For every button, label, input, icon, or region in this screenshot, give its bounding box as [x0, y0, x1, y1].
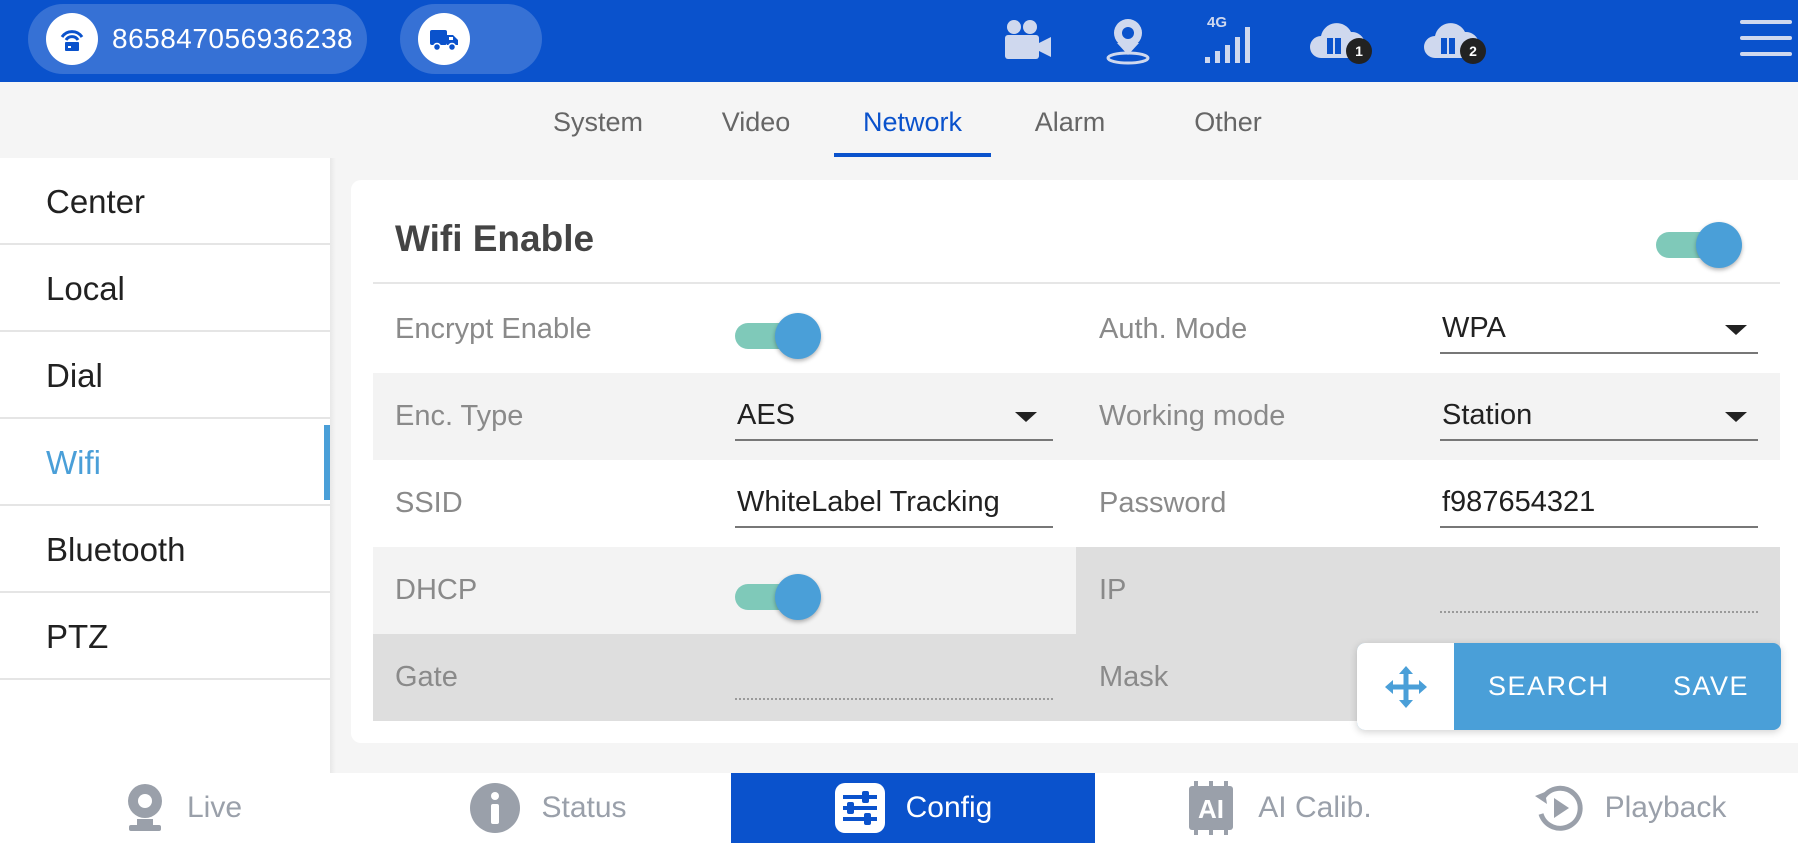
- gate-label: Gate: [395, 661, 458, 693]
- enc-type-value: AES: [737, 399, 796, 431]
- chevron-down-icon: [1725, 412, 1747, 422]
- truck-icon: [418, 13, 470, 65]
- encrypt-enable-toggle[interactable]: [735, 310, 821, 360]
- video-camera-icon[interactable]: [999, 12, 1055, 68]
- sidebar-item-dial[interactable]: Dial: [0, 332, 330, 419]
- wifi-enable-title: Wifi Enable: [395, 218, 595, 259]
- replay-icon: [1533, 782, 1585, 834]
- gate-input: [735, 652, 1055, 702]
- tab-video[interactable]: Video: [706, 102, 806, 158]
- row-dhcp-ip: DHCP IP: [373, 547, 1780, 634]
- top-bar: 865847056936238 4G 1 2: [0, 0, 1798, 82]
- vehicle-selector[interactable]: [400, 4, 542, 74]
- sidebar-item-wifi[interactable]: Wifi: [0, 419, 330, 506]
- auth-mode-label: Auth. Mode: [1099, 313, 1248, 345]
- nav-playback[interactable]: Playback: [1461, 773, 1798, 843]
- cloud1-badge: 1: [1346, 38, 1372, 64]
- ip-label: IP: [1099, 574, 1127, 606]
- dhcp-toggle[interactable]: [735, 571, 821, 621]
- password-label: Password: [1099, 487, 1227, 519]
- webcam-icon: [123, 783, 167, 833]
- mask-label: Mask: [1099, 661, 1169, 693]
- device-selector[interactable]: 865847056936238: [28, 4, 367, 74]
- working-mode-value: Station: [1442, 399, 1533, 431]
- info-icon: [469, 782, 521, 834]
- ai-chip-icon: AI: [1184, 781, 1238, 835]
- row-ssid-password: SSID WhiteLabel Tracking Password f98765…: [373, 460, 1780, 547]
- sidebar-item-center[interactable]: Center: [0, 158, 330, 245]
- sidebar-shadow: [330, 158, 336, 773]
- enc-type-select[interactable]: AES: [735, 391, 1055, 441]
- enc-type-label: Enc. Type: [395, 400, 524, 432]
- router-lock-icon: [46, 13, 98, 65]
- ssid-label: SSID: [395, 487, 463, 519]
- tab-other[interactable]: Other: [1178, 102, 1278, 158]
- bottom-nav: Live Status Config AI AI Calib. Playback: [0, 773, 1798, 843]
- working-mode-select[interactable]: Station: [1440, 391, 1760, 441]
- nav-ai-calib-label: AI Calib.: [1258, 791, 1372, 824]
- menu-icon[interactable]: [1740, 20, 1792, 64]
- nav-live[interactable]: Live: [0, 773, 365, 843]
- sidebar-item-local[interactable]: Local: [0, 245, 330, 332]
- device-id: 865847056936238: [112, 23, 354, 54]
- title-divider: [373, 282, 1780, 284]
- signal-label: 4G: [1207, 14, 1227, 31]
- password-value: f987654321: [1442, 486, 1596, 518]
- svg-text:AI: AI: [1198, 794, 1224, 824]
- floating-action-bar: SEARCH SAVE: [1357, 643, 1781, 730]
- nav-status-label: Status: [541, 791, 627, 824]
- active-tab-indicator: [834, 153, 991, 157]
- nav-live-label: Live: [186, 791, 243, 824]
- sidebar: Center Local Dial Wifi Bluetooth PTZ: [0, 158, 330, 773]
- password-input[interactable]: f987654321: [1440, 478, 1760, 528]
- nav-config[interactable]: Config: [731, 773, 1095, 843]
- tab-alarm[interactable]: Alarm: [1020, 102, 1120, 158]
- chevron-down-icon: [1725, 325, 1747, 335]
- ssid-value: WhiteLabel Tracking: [737, 486, 1000, 518]
- nav-ai-calib[interactable]: AI AI Calib.: [1095, 773, 1461, 843]
- row-enctype-workmode: Enc. Type AES Working mode Station: [373, 373, 1780, 460]
- tab-network[interactable]: Network: [834, 102, 991, 158]
- cloud2-badge: 2: [1460, 38, 1486, 64]
- cloud-server-1-icon[interactable]: 1: [1304, 12, 1372, 68]
- working-mode-label: Working mode: [1099, 400, 1286, 432]
- chevron-down-icon: [1015, 412, 1037, 422]
- sliders-icon: [834, 782, 886, 834]
- nav-playback-label: Playback: [1604, 791, 1727, 824]
- sidebar-item-bluetooth[interactable]: Bluetooth: [0, 506, 330, 593]
- search-button[interactable]: SEARCH: [1488, 643, 1610, 730]
- nav-status[interactable]: Status: [365, 773, 731, 843]
- nav-config-label: Config: [905, 791, 993, 824]
- row-encrypt-auth: Encrypt Enable Auth. Mode WPA: [373, 286, 1780, 373]
- ip-input: [1440, 565, 1760, 615]
- location-pin-icon[interactable]: [1100, 12, 1156, 68]
- tab-system[interactable]: System: [540, 102, 656, 158]
- dhcp-label: DHCP: [395, 574, 478, 606]
- encrypt-enable-label: Encrypt Enable: [395, 313, 592, 345]
- move-handle-icon[interactable]: [1357, 643, 1454, 730]
- ssid-input[interactable]: WhiteLabel Tracking: [735, 478, 1055, 528]
- signal-4g-icon: 4G: [1200, 12, 1256, 68]
- save-button[interactable]: SAVE: [1673, 643, 1749, 730]
- wifi-enable-toggle[interactable]: [1656, 219, 1742, 269]
- sidebar-item-ptz[interactable]: PTZ: [0, 593, 330, 680]
- auth-mode-select[interactable]: WPA: [1440, 304, 1760, 354]
- auth-mode-value: WPA: [1442, 312, 1506, 344]
- cloud-server-2-icon[interactable]: 2: [1418, 12, 1486, 68]
